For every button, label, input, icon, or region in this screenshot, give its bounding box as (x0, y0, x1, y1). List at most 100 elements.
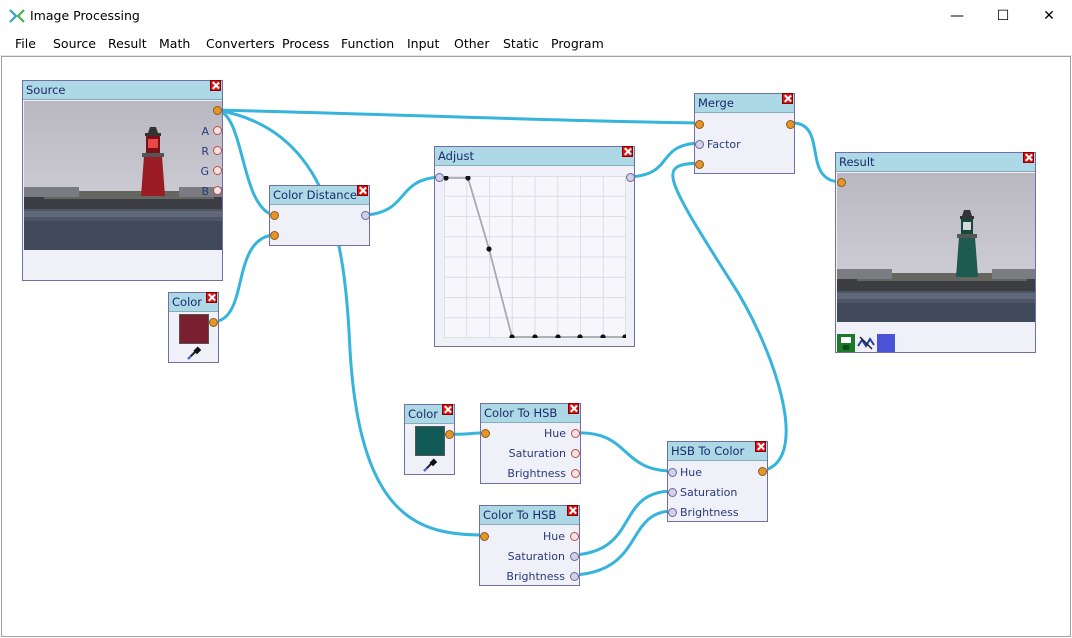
close-icon[interactable] (567, 505, 578, 516)
title-bar: Image Processing — ☐ ✕ (0, 0, 1072, 31)
node-title: Result (839, 155, 875, 169)
source-image (24, 101, 222, 250)
color-distance-in2-port[interactable] (270, 231, 279, 240)
menu-file[interactable]: File (15, 36, 36, 51)
color-node-2-header[interactable]: Color (405, 404, 454, 424)
color-node-1-header[interactable]: Color (169, 292, 218, 312)
close-window-button[interactable]: ✕ (1026, 0, 1072, 31)
color-to-hsb-node-2[interactable]: Color To HSB Hue Saturation Brightness (479, 505, 580, 586)
hsbtc-saturation-port[interactable] (668, 488, 677, 497)
source-b-port[interactable] (213, 186, 222, 195)
merge-node-header[interactable]: Merge (695, 93, 794, 113)
source-a-port[interactable] (213, 126, 222, 135)
port-label-b: B (201, 185, 209, 198)
color-swatch[interactable] (179, 314, 209, 344)
eyedropper-icon[interactable] (186, 345, 202, 361)
hsbtc-out-port[interactable] (758, 467, 767, 476)
result-node-header[interactable]: Result (836, 152, 1035, 172)
color-to-hsb-node-2-header[interactable]: Color To HSB (480, 505, 579, 525)
close-icon[interactable] (755, 441, 766, 452)
merge-node[interactable]: Merge Factor (694, 93, 795, 174)
adjust-in-port[interactable] (435, 173, 444, 182)
port-label-hue: Hue (543, 427, 566, 440)
port-label-saturation: Saturation (507, 550, 565, 563)
maximize-button[interactable]: ☐ (980, 0, 1026, 31)
color-to-hsb-node-1-header[interactable]: Color To HSB (481, 403, 580, 423)
hsb-to-color-node-header[interactable]: HSB To Color (668, 441, 767, 461)
port-label-saturation: Saturation (680, 486, 738, 499)
port-label-brightness: Brightness (506, 570, 565, 583)
merge-factor-port[interactable] (695, 140, 704, 149)
result-node[interactable]: Result (835, 152, 1036, 353)
color-node-1[interactable]: Color (168, 292, 219, 363)
menu-other[interactable]: Other (454, 36, 490, 51)
close-icon[interactable] (357, 185, 368, 196)
menu-source[interactable]: Source (53, 36, 96, 51)
color-distance-node-header[interactable]: Color Distance (270, 185, 369, 205)
hsbtc-brightness-port[interactable] (668, 508, 677, 517)
hsb-to-color-node[interactable]: HSB To Color Hue Saturation Brightness (667, 441, 768, 522)
menu-program[interactable]: Program (551, 36, 604, 51)
port-label-hue: Hue (680, 466, 703, 479)
close-icon[interactable] (442, 404, 453, 415)
close-icon[interactable] (1023, 152, 1034, 163)
hsb1-hue-port[interactable] (571, 429, 580, 438)
close-icon[interactable] (622, 146, 633, 157)
merge-in1-port[interactable] (695, 120, 704, 129)
color-distance-node[interactable]: Color Distance (269, 185, 370, 246)
window-title: Image Processing (30, 8, 140, 23)
menu-process[interactable]: Process (282, 36, 329, 51)
node-title: HSB To Color (671, 444, 745, 458)
node-title: Color (172, 295, 203, 309)
close-icon[interactable] (206, 292, 217, 303)
hsb2-saturation-port[interactable] (570, 552, 579, 561)
color1-out-port[interactable] (209, 318, 218, 327)
port-label-brightness: Brightness (507, 467, 566, 480)
result-in-port[interactable] (837, 178, 846, 187)
menu-converters[interactable]: Converters (206, 36, 275, 51)
adjust-out-port[interactable] (626, 173, 635, 182)
menu-result[interactable]: Result (108, 36, 147, 51)
close-icon[interactable] (568, 403, 579, 414)
node-title: Color (408, 407, 439, 421)
color-to-hsb-node-1[interactable]: Color To HSB Hue Saturation Brightness (480, 403, 581, 484)
adjust-node[interactable]: Adjust (434, 146, 635, 347)
eyedropper-icon[interactable] (422, 457, 438, 473)
minimize-button[interactable]: — (934, 0, 980, 31)
node-title: Source (26, 83, 66, 97)
color-swatch[interactable] (415, 426, 445, 456)
hsbtc-hue-port[interactable] (668, 468, 677, 477)
source-g-port[interactable] (213, 166, 222, 175)
hsb2-brightness-port[interactable] (570, 572, 579, 581)
curve-point (486, 246, 492, 252)
source-out-port[interactable] (213, 106, 222, 115)
menu-math[interactable]: Math (159, 36, 190, 51)
color-node-2[interactable]: Color (404, 404, 455, 475)
source-node[interactable]: Source A R G B (22, 80, 223, 281)
port-label-r: R (201, 145, 209, 158)
merge-in2-port[interactable] (695, 160, 704, 169)
color-icon[interactable] (877, 334, 895, 352)
hsb1-in-port[interactable] (481, 429, 490, 438)
color-distance-out-port[interactable] (361, 211, 370, 220)
merge-out-port[interactable] (786, 120, 795, 129)
curve-editor[interactable] (444, 176, 626, 338)
menu-static[interactable]: Static (503, 36, 539, 51)
chart-icon[interactable] (857, 334, 875, 352)
hsb2-in-port[interactable] (480, 532, 489, 541)
color-distance-in1-port[interactable] (270, 211, 279, 220)
node-title: Color Distance (273, 188, 357, 202)
hsb1-brightness-port[interactable] (571, 469, 580, 478)
adjust-node-header[interactable]: Adjust (435, 146, 634, 166)
menu-input[interactable]: Input (407, 36, 439, 51)
color2-out-port[interactable] (445, 430, 454, 439)
source-node-header[interactable]: Source (23, 80, 222, 100)
hsb1-saturation-port[interactable] (571, 449, 580, 458)
source-r-port[interactable] (213, 146, 222, 155)
hsb2-hue-port[interactable] (570, 532, 579, 541)
close-icon[interactable] (782, 93, 793, 104)
save-icon[interactable] (837, 334, 855, 352)
port-label-hue: Hue (542, 530, 565, 543)
close-icon[interactable] (210, 80, 221, 91)
menu-function[interactable]: Function (341, 36, 394, 51)
